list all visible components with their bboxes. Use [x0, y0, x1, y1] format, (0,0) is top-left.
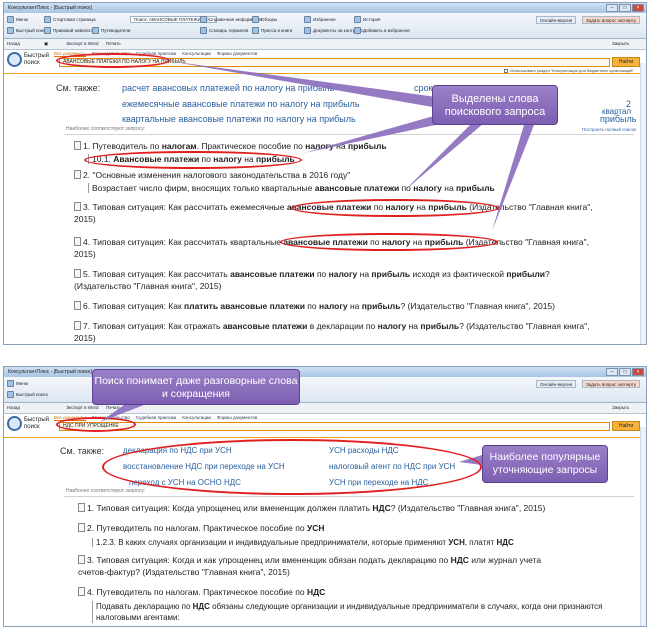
callout-pointers — [169, 61, 534, 231]
result-snippet-4[interactable]: Подавать декларацию по НДС обязаны следу… — [92, 601, 637, 623]
document-icon — [78, 503, 85, 512]
scrollbar[interactable] — [640, 427, 646, 626]
document-icon — [78, 523, 85, 532]
scrollbar[interactable] — [640, 63, 646, 344]
result-item-4[interactable]: 4. Путеводитель по налогам. Практическое… — [78, 586, 325, 598]
document-icon — [78, 587, 85, 596]
result-item-3[interactable]: 3. Типовая ситуация: Когда и как упрощен… — [78, 554, 638, 578]
relevance-caption: Наиболее соответствуют запросу: — [66, 488, 146, 494]
result-snippet-2[interactable]: 1.2.3. В каких случаях организации и инд… — [92, 538, 514, 547]
see-also-label: См. также: — [60, 446, 105, 456]
suggestions-oval — [102, 439, 482, 495]
callout-highlight: Выделены слова поискового запроса — [432, 85, 558, 125]
screenshot-bottom: КонсультантПлюс - [Быстрый поиск] – □ × Ме… — [3, 366, 647, 627]
screenshot-top: КонсультантПлюс - [Быстрый поиск] – □ × Ме… — [3, 2, 647, 345]
callout-colloquial: Поиск понимает даже разговорные слова и … — [92, 369, 300, 405]
document-icon — [78, 555, 85, 564]
result-item-2[interactable]: 2. Путеводитель по налогам. Практическое… — [78, 522, 325, 534]
callout-popular: Наиболее популярные уточняющие запросы — [482, 445, 608, 483]
divider — [64, 496, 634, 497]
result-item-1[interactable]: 1. Типовая ситуация: Когда упрощенец или… — [78, 502, 545, 514]
